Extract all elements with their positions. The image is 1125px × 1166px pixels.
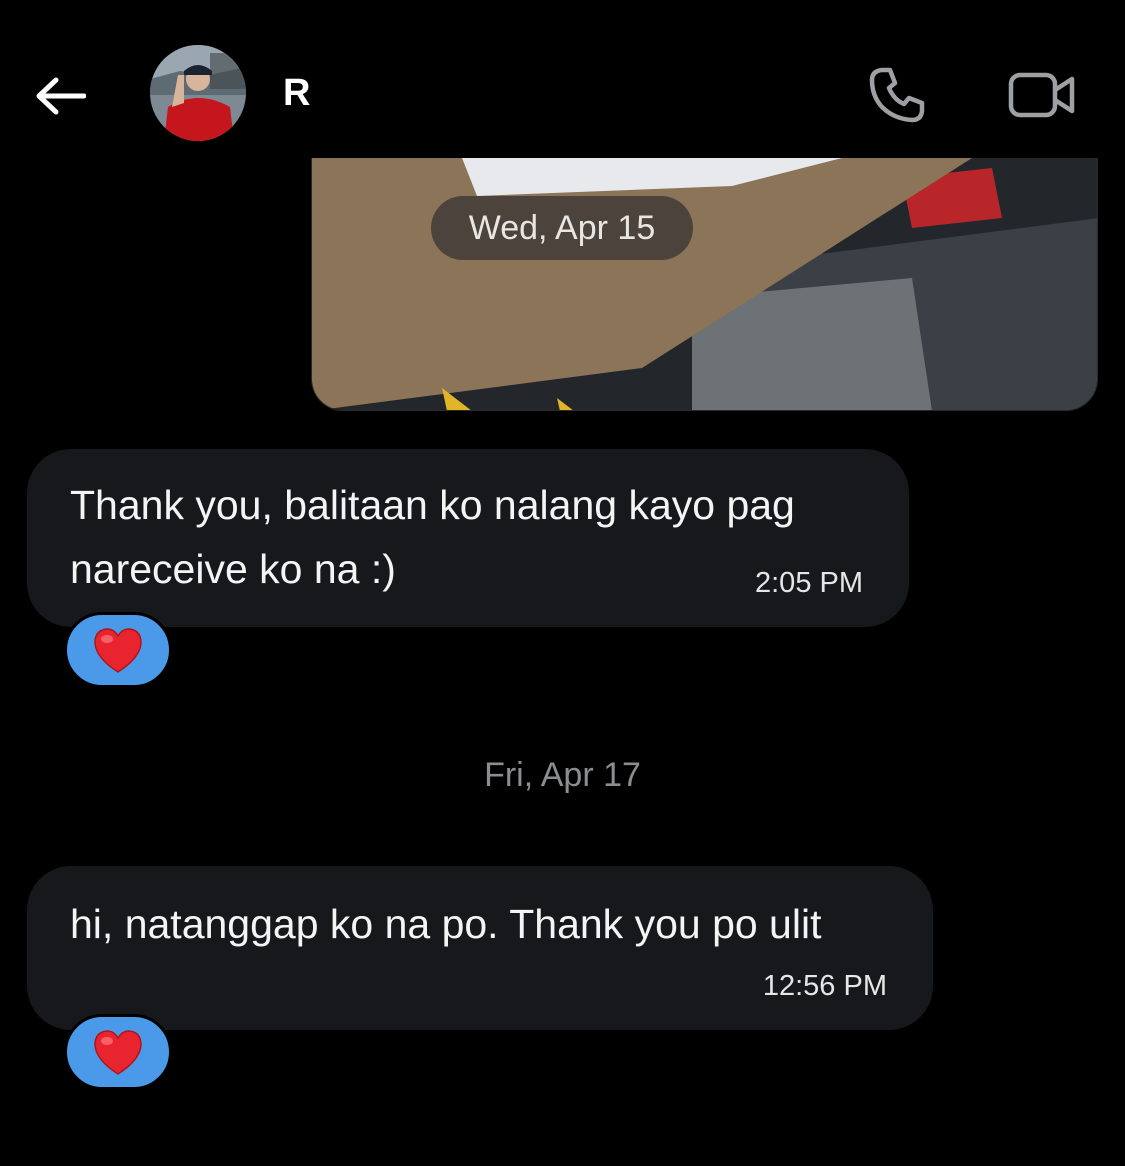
arrow-left-icon	[36, 77, 86, 115]
message-bubble[interactable]: Thank you, balitaan ko nalang kayo pag n…	[27, 449, 909, 627]
heart-reaction[interactable]	[64, 612, 172, 688]
message-timestamp: 12:56 PM	[762, 970, 887, 1002]
video-call-button[interactable]	[1002, 62, 1082, 128]
message-text: hi, natanggap ko na po. Thank you po uli…	[70, 901, 822, 947]
heart-icon	[94, 1030, 142, 1075]
video-camera-icon	[1008, 72, 1075, 118]
contact-avatar[interactable]	[150, 45, 246, 141]
phone-icon	[869, 67, 925, 123]
chat-header: R	[0, 0, 1125, 158]
voice-call-button[interactable]	[862, 62, 932, 128]
back-button[interactable]	[30, 68, 90, 124]
date-chip: Wed, Apr 15	[431, 196, 693, 260]
message-timestamp: 2:05 PM	[755, 567, 863, 599]
message-bubble[interactable]: hi, natanggap ko na po. Thank you po uli…	[27, 866, 933, 1030]
heart-reaction[interactable]	[64, 1014, 172, 1090]
date-separator: Fri, Apr 17	[484, 756, 641, 794]
photo-message[interactable]	[311, 158, 1098, 411]
heart-icon	[94, 628, 142, 673]
contact-name[interactable]: R	[283, 72, 311, 115]
